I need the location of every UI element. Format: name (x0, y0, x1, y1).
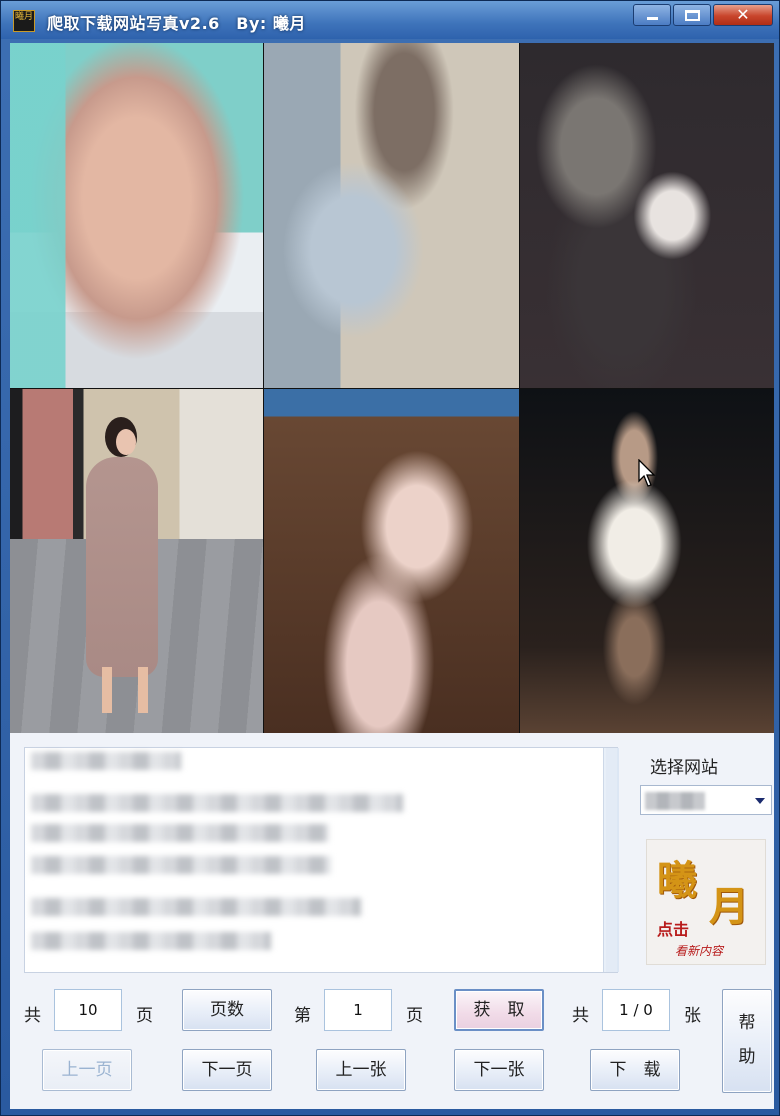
current-page-unit: 页 (406, 1006, 423, 1026)
photo-figure-leg (102, 667, 112, 713)
log-line (31, 856, 331, 874)
prev-image-button[interactable]: 上一张 (316, 1049, 406, 1091)
current-page-prefix: 第 (294, 1006, 311, 1026)
photo-figure-body (86, 457, 158, 677)
title-bar[interactable]: 曦月 爬取下载网站写真v2.6 By: 曦月 ✕ (1, 1, 779, 39)
logo-char: 月 (709, 883, 749, 930)
fetch-button[interactable]: 获 取 (454, 989, 544, 1031)
prev-page-button[interactable]: 上一页 (42, 1049, 132, 1091)
help-button-line: 帮 (738, 1013, 756, 1033)
photo-figure (80, 417, 165, 717)
log-line (31, 932, 271, 950)
total-pages-unit: 页 (136, 1006, 153, 1026)
current-page-field[interactable]: 1 (324, 989, 392, 1031)
log-textbox[interactable] (24, 747, 619, 973)
next-image-button[interactable]: 下一张 (454, 1049, 544, 1091)
app-window: 曦月 爬取下载网站写真v2.6 By: 曦月 ✕ 选择网站 曦 月 点击 看新内… (0, 0, 780, 1116)
download-button[interactable]: 下 载 (590, 1049, 680, 1091)
site-select-label: 选择网站 (650, 758, 718, 778)
photo-thumbnail[interactable] (264, 389, 519, 733)
author-logo[interactable]: 曦 月 点击 看新内容 (646, 839, 766, 965)
app-logo-icon: 曦月 (13, 10, 35, 32)
total-pages-prefix: 共 (24, 1006, 41, 1026)
mouse-cursor-icon (638, 459, 656, 487)
image-counter-field[interactable]: 1 / 0 (602, 989, 670, 1031)
total-pages-field[interactable]: 10 (54, 989, 122, 1031)
close-icon: ✕ (736, 5, 750, 24)
log-line (31, 898, 361, 916)
help-button[interactable]: 帮 助 (722, 989, 772, 1093)
page-count-button[interactable]: 页数 (182, 989, 272, 1031)
log-scrollbar-thumb[interactable] (606, 748, 617, 972)
minimize-icon (647, 17, 658, 20)
close-button[interactable]: ✕ (713, 4, 773, 26)
window-title: 爬取下载网站写真v2.6 By: 曦月 (47, 14, 306, 33)
log-line (31, 794, 403, 812)
log-line (31, 824, 329, 842)
photo-thumbnail[interactable] (10, 43, 263, 388)
photo-thumbnail[interactable] (264, 43, 519, 388)
maximize-icon (685, 10, 700, 21)
maximize-button[interactable] (673, 4, 711, 26)
log-line (31, 752, 181, 770)
image-count-prefix: 共 (572, 1006, 589, 1026)
client-area: 选择网站 曦 月 点击 看新内容 共 10 页 页数 第 1 页 获 取 共 1… (10, 43, 774, 1109)
photo-thumbnail[interactable] (520, 43, 774, 388)
minimize-button[interactable] (633, 4, 671, 26)
photo-figure-leg (138, 667, 148, 713)
logo-subtitle: 看新内容 (675, 944, 724, 958)
site-select-value (645, 792, 705, 810)
photo-gallery (10, 43, 774, 733)
photo-thumbnail[interactable] (10, 389, 263, 733)
photo-figure-face (116, 429, 136, 455)
log-scrollbar[interactable] (603, 748, 619, 972)
logo-char: 曦 (657, 857, 697, 904)
next-page-button[interactable]: 下一页 (182, 1049, 272, 1091)
logo-click-text: 点击 (657, 920, 690, 939)
site-select-dropdown[interactable] (640, 785, 772, 815)
chevron-down-icon[interactable] (755, 798, 765, 804)
help-button-line: 助 (738, 1047, 756, 1067)
photo-thumbnail[interactable] (520, 389, 774, 733)
image-count-unit: 张 (684, 1006, 701, 1026)
